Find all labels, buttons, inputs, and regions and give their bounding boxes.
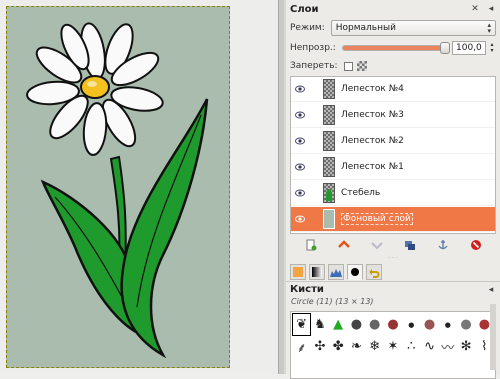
opacity-slider-fill	[342, 46, 445, 50]
image-canvas[interactable]	[6, 6, 230, 368]
panel-menu-icon[interactable]: ◂	[486, 4, 496, 14]
brush-tab-icon[interactable]	[347, 263, 363, 280]
layer-thumbnail	[323, 131, 335, 151]
layer-row[interactable]: Фоновый слой	[291, 207, 495, 232]
opacity-row: Непрозр.: 100,0 ▴ ▾	[286, 38, 500, 58]
duplicate-layer-icon[interactable]	[403, 238, 417, 252]
opacity-value: 100,0	[456, 43, 482, 53]
brushes-panel-title: Кисти	[290, 284, 324, 295]
undo-tab-icon[interactable]	[366, 263, 382, 280]
opacity-slider-handle[interactable]	[440, 42, 450, 54]
colors-tab-icon[interactable]	[290, 263, 306, 280]
brush-splatter-icon[interactable]: ✣	[311, 336, 328, 357]
layer-row[interactable]: Лепесток №4	[291, 77, 495, 102]
layer-thumbnail	[323, 209, 335, 229]
lock-label: Запереть:	[290, 61, 338, 71]
new-layer-icon[interactable]	[304, 238, 318, 252]
brush-grid[interactable]: ❦ ♞ ▲ ● ● ● ● ● ● ● ● ⸙ ✣ ✤ ❧ ❄ ✶ ∴ ∿ 〰 …	[290, 311, 496, 379]
opacity-slider[interactable]	[341, 42, 450, 54]
layers-list[interactable]: Лепесток №4 Лепесток №3 Лепесток №2 Лепесто…	[290, 76, 496, 234]
raise-layer-icon[interactable]	[337, 238, 351, 252]
updown-arrows-icon: ▴ ▾	[487, 21, 491, 35]
histogram-tab-icon[interactable]	[328, 263, 344, 280]
lower-layer-icon[interactable]	[370, 238, 384, 252]
brush-leaf-icon[interactable]: ❧	[348, 336, 365, 357]
layer-name[interactable]: Стебель	[341, 188, 380, 198]
visibility-eye-icon[interactable]	[291, 111, 309, 119]
brush-leaf-icon[interactable]: ❦	[291, 313, 312, 336]
brush-grid-scrollbar[interactable]	[490, 304, 496, 370]
brush-silhouette-icon[interactable]: ♞	[311, 314, 328, 335]
layer-thumbnail	[323, 79, 335, 99]
brush-snowflake-icon[interactable]: ❄	[366, 336, 383, 357]
mode-label: Режим:	[290, 23, 325, 33]
spin-arrows-icon[interactable]: ▴ ▾	[488, 42, 496, 54]
opacity-label: Непрозр.:	[290, 43, 336, 53]
brush-tree-icon[interactable]: ▲	[330, 314, 347, 335]
brush-swirl-icon[interactable]: ∿	[421, 336, 438, 357]
mode-select[interactable]: Нормальный ▴ ▾	[330, 20, 496, 36]
layer-name[interactable]: Лепесток №4	[341, 84, 404, 94]
layer-row[interactable]: Лепесток №2	[291, 129, 495, 154]
panel-close-icon[interactable]: ✕	[470, 4, 480, 14]
layer-thumbnail	[323, 157, 335, 177]
brush-ornament-icon[interactable]: ●	[457, 314, 474, 335]
visibility-eye-icon[interactable]	[291, 85, 309, 93]
daisy-illustration	[26, 22, 209, 359]
lock-row: Запереть:	[286, 58, 500, 74]
layers-panel-header: Слои ✕ ◂	[286, 0, 500, 18]
brush-ornament-icon[interactable]: ●	[421, 314, 438, 335]
brush-dot-icon[interactable]: ●	[439, 314, 456, 335]
anchor-layer-icon[interactable]	[436, 238, 450, 252]
layer-row[interactable]: Лепесток №1	[291, 155, 495, 180]
brush-snowflake-icon[interactable]: ✻	[457, 336, 474, 357]
brush-dots-icon[interactable]: ∴	[403, 336, 420, 357]
mode-row: Режим: Нормальный ▴ ▾	[286, 18, 500, 38]
layer-row[interactable]: Лепесток №3	[291, 103, 495, 128]
right-dock: Слои ✕ ◂ Режим: Нормальный ▴ ▾ Непрозр.: …	[286, 0, 500, 379]
brush-feather-icon[interactable]: ⸙	[293, 336, 310, 357]
opacity-spinbox[interactable]: 100,0	[452, 41, 486, 55]
visibility-eye-icon[interactable]	[291, 163, 309, 171]
layer-name[interactable]: Лепесток №2	[341, 136, 404, 146]
brush-sphere-icon[interactable]: ●	[348, 314, 365, 335]
gradient-tab-icon[interactable]	[309, 263, 325, 280]
layers-panel-title: Слои	[290, 3, 319, 15]
visibility-eye-icon[interactable]	[291, 215, 309, 223]
layer-row[interactable]: Стебель	[291, 181, 495, 206]
lock-alpha-icon[interactable]	[356, 61, 367, 71]
image-canvas-area[interactable]	[0, 0, 280, 374]
brush-star-icon[interactable]: ✶	[384, 336, 401, 357]
layer-name[interactable]: Фоновый слой	[341, 213, 413, 225]
layer-thumbnail	[323, 105, 335, 125]
brushes-panel-header: Кисти ◂	[286, 282, 500, 297]
layer-thumbnail	[323, 183, 335, 203]
layer-buttons-bar	[286, 234, 500, 256]
brush-dot-icon[interactable]: ●	[403, 314, 420, 335]
dock-tab-strip	[286, 262, 500, 282]
layer-name[interactable]: Лепесток №3	[341, 110, 404, 120]
brushes-panel-menu-icon[interactable]: ◂	[486, 285, 496, 295]
visibility-eye-icon[interactable]	[291, 137, 309, 145]
brush-sphere-icon[interactable]: ●	[366, 314, 383, 335]
lock-pixels-checkbox[interactable]	[343, 61, 353, 71]
brush-info: Circle (11) (13 × 13)	[291, 297, 374, 306]
brush-ornament-icon[interactable]: ●	[384, 314, 401, 335]
brush-splatter-icon[interactable]: ✤	[330, 336, 347, 357]
mode-value: Нормальный	[335, 23, 396, 33]
brush-swirl-icon[interactable]: 〰	[439, 336, 456, 357]
visibility-eye-icon[interactable]	[291, 189, 309, 197]
layer-name[interactable]: Лепесток №1	[341, 162, 404, 172]
delete-layer-icon[interactable]	[469, 238, 483, 252]
